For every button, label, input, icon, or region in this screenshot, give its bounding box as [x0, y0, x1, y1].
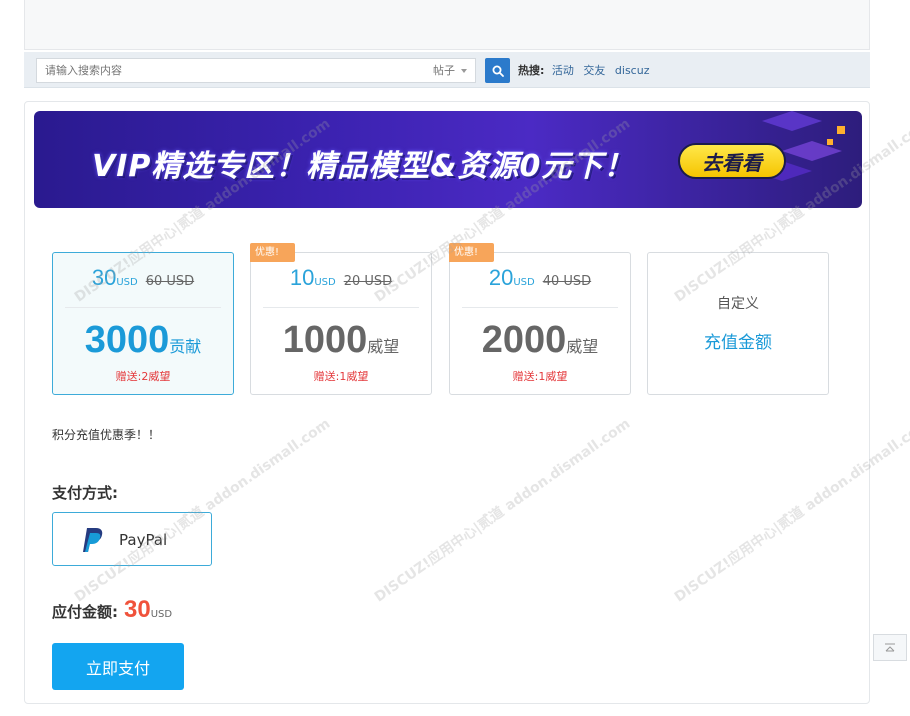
- chevron-down-icon: [461, 69, 467, 73]
- package-price-row: 10USD 20 USD: [251, 265, 431, 291]
- hot-keyword-link[interactable]: discuz: [615, 64, 650, 77]
- package-price: 30: [91, 265, 117, 290]
- package-amount-row: 3000贡献: [53, 319, 233, 362]
- search-bar: 帖子 热搜: 活动 交友 discuz: [24, 52, 870, 88]
- payable-amount: 应付金额: 30USD: [52, 596, 172, 624]
- search-type-value: 帖子: [433, 64, 455, 77]
- package-amount-unit: 威望: [367, 337, 400, 356]
- payable-amount-value: 30: [124, 596, 151, 623]
- hot-keyword-link[interactable]: 活动: [552, 64, 574, 77]
- search-button[interactable]: [485, 58, 510, 83]
- discount-tag: 优惠!: [250, 243, 295, 262]
- search-input[interactable]: [36, 58, 428, 83]
- package-old-price: 40 USD: [542, 274, 592, 289]
- banner-headline: VIP精选专区！精品模型&资源0元下！: [92, 149, 635, 184]
- package-price-row: 20USD 40 USD: [450, 265, 630, 291]
- recharge-package-10[interactable]: 优惠! 10USD 20 USD 1000威望 赠送:1威望: [250, 243, 432, 395]
- package-price: 10: [289, 265, 315, 290]
- vip-banner[interactable]: VIP精选专区！精品模型&资源0元下！ 去看看: [34, 111, 862, 208]
- package-divider: [462, 307, 618, 308]
- custom-amount-link: 充值金额: [704, 333, 772, 353]
- hot-keyword-link[interactable]: 交友: [583, 64, 605, 77]
- payable-amount-label: 应付金额:: [52, 603, 118, 621]
- hot-search: 热搜: 活动 交友 discuz: [518, 62, 655, 78]
- package-amount: 3000: [84, 319, 170, 361]
- package-amount-row: 1000威望: [251, 319, 431, 362]
- payment-method-title: 支付方式:: [52, 484, 118, 502]
- header-panel: [24, 0, 870, 50]
- banner-go-button[interactable]: 去看看: [678, 143, 786, 179]
- discount-tag: 优惠!: [449, 243, 494, 262]
- package-price-row: 30USD 60 USD: [53, 265, 233, 291]
- recharge-package-custom[interactable]: 自定义 充值金额: [647, 252, 829, 395]
- package-divider: [263, 307, 419, 308]
- paypal-icon: [83, 528, 103, 552]
- search-icon: [492, 65, 504, 77]
- recharge-card: VIP精选专区！精品模型&资源0元下！ 去看看 30USD 60 USD 3000…: [24, 101, 870, 704]
- package-currency: USD: [314, 277, 336, 288]
- package-gift: 赠送:2威望: [115, 370, 171, 383]
- package-amount-unit: 威望: [566, 337, 599, 356]
- back-to-top-button[interactable]: [873, 634, 907, 661]
- pay-now-button[interactable]: 立即支付: [52, 643, 184, 690]
- recharge-package-20[interactable]: 优惠! 20USD 40 USD 2000威望 赠送:1威望: [449, 243, 631, 395]
- package-amount: 1000: [282, 319, 368, 361]
- promo-text: 积分充值优惠季！！: [52, 428, 161, 442]
- custom-label: 自定义: [717, 296, 759, 312]
- package-gift: 赠送:1威望: [512, 370, 568, 383]
- search-type-select[interactable]: 帖子: [427, 58, 476, 83]
- paypal-option[interactable]: PayPal: [52, 512, 212, 566]
- package-price: 20: [488, 265, 514, 290]
- package-currency: USD: [116, 277, 138, 288]
- package-old-price: 20 USD: [343, 274, 393, 289]
- payable-amount-currency: USD: [150, 609, 173, 620]
- package-gift: 赠送:1威望: [313, 370, 369, 383]
- package-divider: [65, 307, 221, 308]
- paypal-label: PayPal: [119, 531, 168, 549]
- recharge-package-30[interactable]: 30USD 60 USD 3000贡献 赠送:2威望: [52, 252, 234, 395]
- arrow-up-icon: [885, 643, 895, 651]
- package-amount-unit: 贡献: [169, 337, 202, 356]
- package-amount: 2000: [481, 319, 567, 361]
- hot-search-label: 热搜:: [518, 64, 545, 77]
- package-amount-row: 2000威望: [450, 319, 630, 362]
- package-currency: USD: [513, 277, 535, 288]
- package-old-price: 60 USD: [145, 274, 195, 289]
